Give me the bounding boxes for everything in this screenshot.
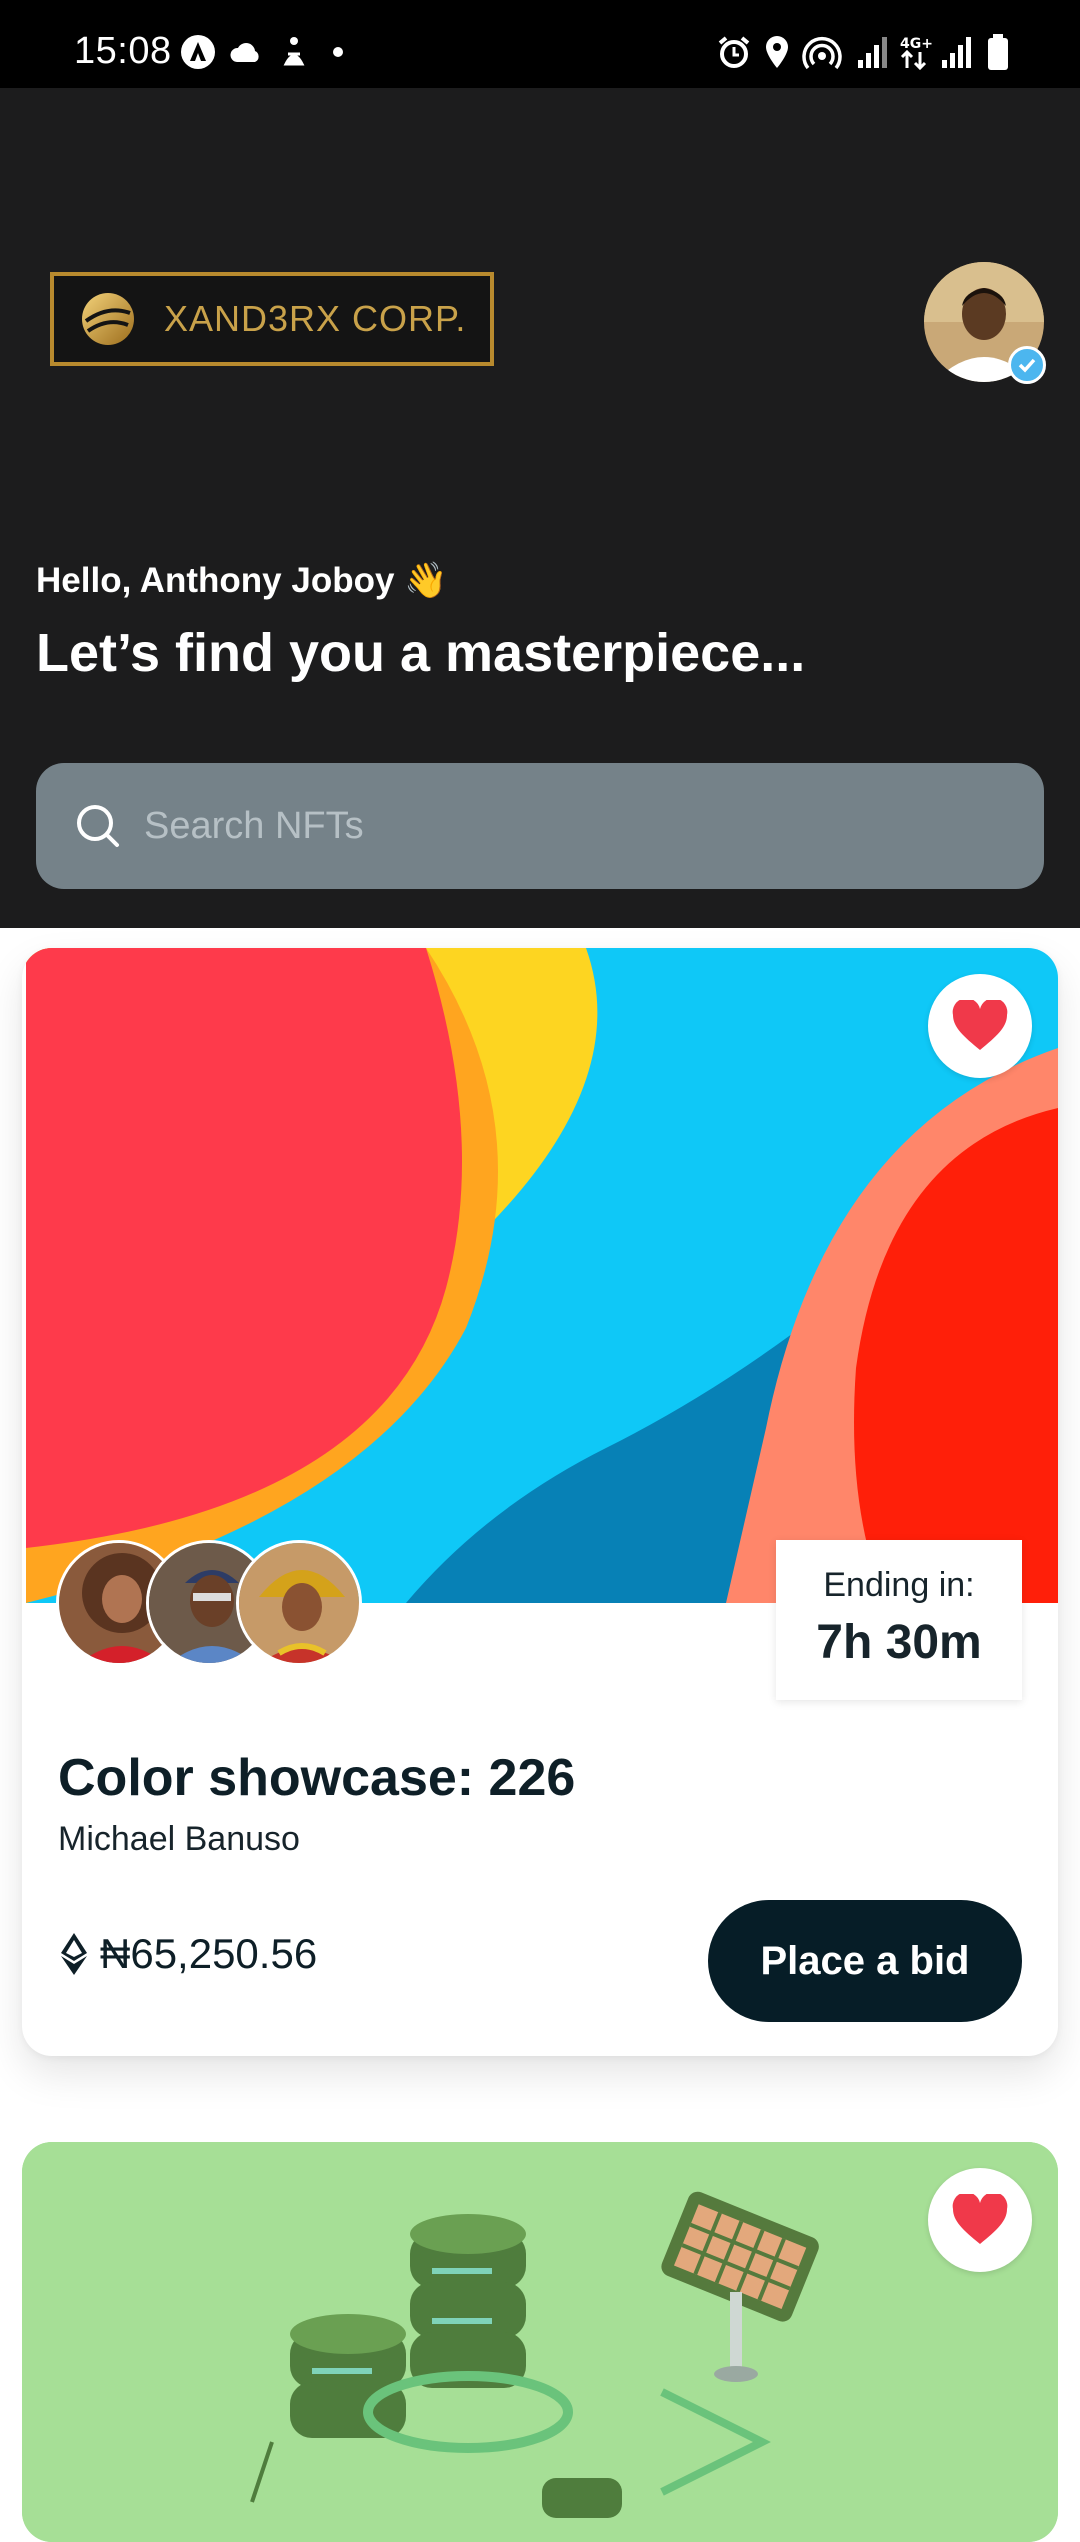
dot-icon bbox=[333, 47, 343, 57]
location-icon bbox=[766, 36, 788, 68]
signal-icon bbox=[858, 37, 887, 68]
favorite-button[interactable] bbox=[928, 2168, 1032, 2272]
heart-icon bbox=[952, 1000, 1008, 1050]
price-value: ₦65,250.56 bbox=[100, 1930, 318, 1977]
auction-timer: Ending in: 7h 30m bbox=[776, 1540, 1022, 1700]
search-input[interactable]: Search NFTs bbox=[144, 805, 364, 848]
svg-text:4G+: 4G+ bbox=[900, 36, 932, 52]
android-auto-icon bbox=[181, 35, 215, 69]
nft-artwork-image[interactable] bbox=[22, 2142, 1058, 2542]
nft-card[interactable]: Ending in: 7h 30m Color showcase: 226 Mi… bbox=[22, 948, 1058, 2056]
logo-text: XAND3RX CORP. bbox=[164, 298, 467, 339]
search-icon bbox=[77, 805, 119, 847]
ending-countdown: 7h 30m bbox=[816, 1616, 982, 1669]
greeting-text: Hello, Anthony Joboy 👋 bbox=[36, 561, 448, 600]
status-time: 15:08 bbox=[74, 30, 172, 72]
logo-emblem-icon bbox=[82, 293, 134, 345]
status-bar: 15:08 4G+ bbox=[0, 0, 1080, 88]
search-bar[interactable]: Search NFTs bbox=[36, 763, 1044, 889]
cloud-icon bbox=[230, 43, 259, 62]
place-bid-button[interactable]: Place a bid bbox=[708, 1900, 1022, 2022]
network-4g-icon: 4G+ bbox=[900, 36, 932, 70]
alarm-icon bbox=[718, 36, 750, 68]
favorite-button[interactable] bbox=[928, 974, 1032, 1078]
brand-logo: XAND3RX CORP. bbox=[50, 272, 494, 366]
ending-label: Ending in: bbox=[823, 1566, 975, 1604]
hotspot-icon bbox=[802, 37, 842, 70]
battery-icon bbox=[988, 34, 1008, 70]
nft-title: Color showcase: 226 bbox=[58, 1749, 576, 1807]
ethereum-icon bbox=[61, 1933, 87, 1975]
bidder-avatar bbox=[236, 1540, 362, 1666]
verified-badge-icon bbox=[1008, 346, 1046, 384]
signal-icon bbox=[942, 37, 971, 68]
bidder-avatars bbox=[56, 1540, 376, 1666]
nft-artwork-image[interactable] bbox=[26, 948, 1058, 1603]
nft-creator[interactable]: Michael Banuso bbox=[58, 1820, 300, 1859]
nft-card[interactable] bbox=[22, 2142, 1058, 2542]
heart-icon bbox=[952, 2194, 1008, 2244]
page-headline: Let’s find you a masterpiece... bbox=[36, 623, 806, 683]
nft-price: ₦65,250.56 bbox=[58, 1930, 317, 1978]
accessibility-icon bbox=[283, 37, 305, 66]
